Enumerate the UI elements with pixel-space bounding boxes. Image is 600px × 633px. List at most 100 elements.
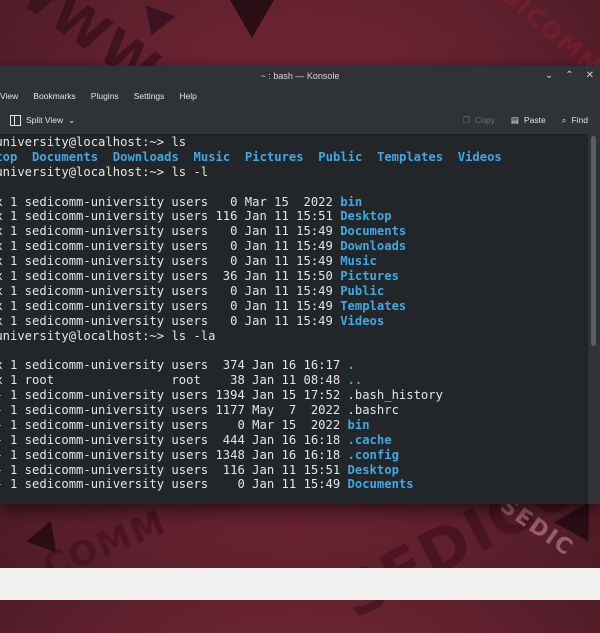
row-meta: -x 1 sedicomm-university users 116 Jan 1… xyxy=(0,209,341,224)
find-label: Find xyxy=(571,115,588,125)
search-icon: ⌕ xyxy=(561,114,567,125)
terminal-row: -x 1 sedicomm-university users 116 Jan 1… xyxy=(0,209,588,224)
prompt: -university@localhost:~> xyxy=(0,328,165,343)
row-name: Desktop xyxy=(347,462,399,477)
close-icon[interactable]: ✕ xyxy=(586,66,594,86)
row-name: Documents xyxy=(340,224,407,239)
row-meta: -x 1 sedicomm-university users 36 Jan 11… xyxy=(0,269,341,284)
terminal-row: -x 1 root root 38 Jan 11 08:48 .. xyxy=(0,373,588,388)
prompt: -university@localhost:~> xyxy=(0,164,165,179)
dir-name: Documents xyxy=(32,149,99,164)
menu-bookmarks[interactable]: Bookmarks xyxy=(33,91,76,101)
prompt: -university@localhost:~> xyxy=(0,135,165,149)
toolbar: Split View ⌄ ❐ Copy ▤ Paste ⌕ Find xyxy=(0,106,600,135)
row-meta: -- 1 sedicomm-university users 444 Jan 1… xyxy=(0,432,348,447)
terminal-row: -x 1 sedicomm-university users 36 Jan 11… xyxy=(0,269,588,284)
row-meta: -x 1 sedicomm-university users 0 Jan 11 … xyxy=(0,224,341,239)
terminal-row: -x 1 sedicomm-university users 0 Jan 11 … xyxy=(0,239,588,254)
terminal-row: -x 1 sedicomm-university users 0 Jan 11 … xyxy=(0,254,588,269)
dir-name: Music xyxy=(193,149,231,164)
row-meta: -- 1 sedicomm-university users 0 Mar 15 … xyxy=(0,417,348,432)
row-meta: -x 1 sedicomm-university users 0 Mar 15 … xyxy=(0,194,341,209)
paste-button[interactable]: ▤ Paste xyxy=(511,115,546,126)
row-name: Desktop xyxy=(340,209,392,224)
scrollbar[interactable] xyxy=(588,134,600,504)
terminal-row: -x 1 sedicomm-university users 0 Jan 11 … xyxy=(0,224,588,239)
terminal-row: -- 1 sedicomm-university users 0 Mar 15 … xyxy=(0,418,588,433)
total-line xyxy=(0,180,588,195)
row-name: . xyxy=(347,358,355,373)
ls-output-line: ktop Documents Downloads Music Pictures … xyxy=(0,150,588,165)
terminal-row: -x 1 sedicomm-university users 0 Jan 11 … xyxy=(0,314,588,329)
command: ls xyxy=(164,135,187,149)
desktop-panel xyxy=(0,568,600,600)
terminal-row: -x 1 sedicomm-university users 0 Mar 15 … xyxy=(0,195,588,210)
row-name: .config xyxy=(347,447,399,462)
terminal-output[interactable]: -university@localhost:~> lsktop Document… xyxy=(0,134,588,504)
dir-name: Downloads xyxy=(112,149,179,164)
find-button[interactable]: ⌕ Find xyxy=(562,115,588,126)
dir-name: Templates xyxy=(377,149,444,164)
split-view-label: Split View xyxy=(26,115,64,125)
terminal-row: -- 1 sedicomm-university users 1394 Jan … xyxy=(0,388,588,403)
copy-button[interactable]: ❐ Copy xyxy=(462,115,494,126)
terminal-prompt-line: -university@localhost:~> ls xyxy=(0,135,588,150)
row-name: bin xyxy=(340,194,363,209)
split-view-icon xyxy=(10,114,21,126)
row-meta: -- 1 sedicomm-university users 0 Jan 11 … xyxy=(0,477,348,492)
row-meta: -- 1 sedicomm-university users 1348 Jan … xyxy=(0,447,348,462)
title-bar[interactable]: ~ : bash — Konsole ⌄ ⌃ ✕ xyxy=(0,66,600,86)
row-meta: -x 1 root root 38 Jan 11 08:48 xyxy=(0,373,348,388)
copy-label: Copy xyxy=(475,115,495,125)
row-name: .. xyxy=(347,373,363,388)
menu-settings[interactable]: Settings xyxy=(134,91,165,101)
row-meta: -x 1 sedicomm-university users 0 Jan 11 … xyxy=(0,298,341,313)
terminal-row: -x 1 sedicomm-university users 374 Jan 1… xyxy=(0,358,588,373)
row-name: Downloads xyxy=(340,239,407,254)
terminal-row: -- 1 sedicomm-university users 1177 May … xyxy=(0,403,588,418)
paste-icon: ▤ xyxy=(510,114,519,125)
terminal-row: -- 1 sedicomm-university users 444 Jan 1… xyxy=(0,433,588,448)
menu-plugins[interactable]: Plugins xyxy=(91,91,119,101)
menu-help[interactable]: Help xyxy=(179,91,196,101)
dir-name: Public xyxy=(318,149,363,164)
paste-label: Paste xyxy=(523,115,546,125)
row-meta: -- 1 sedicomm-university users 1394 Jan … xyxy=(0,388,348,403)
dir-name: Videos xyxy=(457,149,502,164)
terminal-row: -x 1 sedicomm-university users 0 Jan 11 … xyxy=(0,284,588,299)
row-meta: -x 1 sedicomm-university users 0 Jan 11 … xyxy=(0,239,341,254)
wallpaper-triangle xyxy=(230,0,274,38)
row-meta: -x 1 sedicomm-university users 0 Jan 11 … xyxy=(0,313,341,328)
row-name: Public xyxy=(340,283,385,298)
row-name: Documents xyxy=(347,477,414,492)
menu-view[interactable]: View xyxy=(0,91,18,101)
row-meta: -x 1 sedicomm-university users 374 Jan 1… xyxy=(0,358,348,373)
row-meta: -- 1 sedicomm-university users 1177 May … xyxy=(0,403,348,418)
row-meta: -x 1 sedicomm-university users 0 Jan 11 … xyxy=(0,283,341,298)
terminal-prompt-line: -university@localhost:~> ls -la xyxy=(0,329,588,344)
terminal-row: -- 1 sedicomm-university users 1348 Jan … xyxy=(0,448,588,463)
row-name: Templates xyxy=(340,298,407,313)
scrollbar-thumb[interactable] xyxy=(591,136,596,346)
row-name: bin xyxy=(347,417,370,432)
window-title: ~ : bash — Konsole xyxy=(260,71,340,81)
minimize-icon[interactable]: ⌄ xyxy=(545,66,553,86)
total-line xyxy=(0,343,588,358)
dir-name: Pictures xyxy=(244,149,304,164)
terminal-row: -- 1 sedicomm-university users 116 Jan 1… xyxy=(0,463,588,478)
terminal-row: -x 1 sedicomm-university users 0 Jan 11 … xyxy=(0,299,588,314)
split-view-button[interactable]: Split View ⌄ xyxy=(10,114,75,126)
maximize-icon[interactable]: ⌃ xyxy=(565,66,573,86)
konsole-window: ~ : bash — Konsole ⌄ ⌃ ✕ View Bookmarks … xyxy=(0,66,600,504)
row-meta: -- 1 sedicomm-university users 116 Jan 1… xyxy=(0,462,348,477)
terminal-row: -- 1 sedicomm-university users 0 Jan 11 … xyxy=(0,477,588,492)
terminal-prompt-line: -university@localhost:~> ls -l xyxy=(0,165,588,180)
dir-name: ktop xyxy=(0,149,18,164)
row-name: .bashrc xyxy=(347,403,399,418)
